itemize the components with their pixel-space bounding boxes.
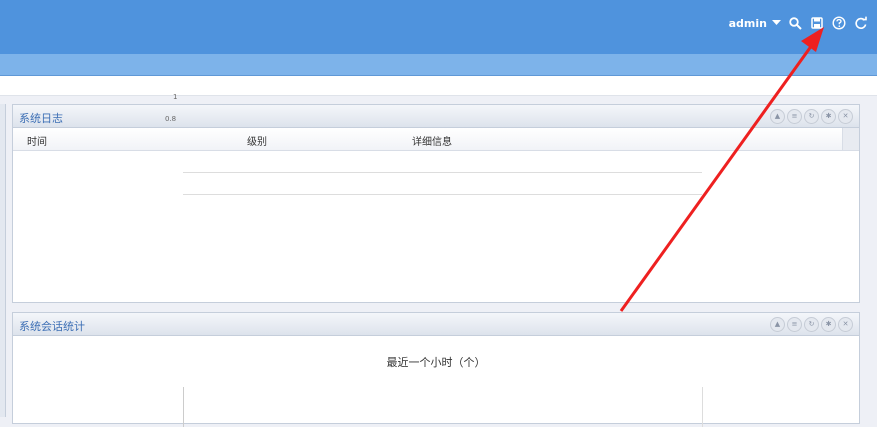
log-grid-header: 时间 级别 详细信息	[13, 128, 859, 151]
refresh-icon[interactable]: ↻	[804, 317, 819, 332]
user-toolbar: admin	[729, 13, 869, 33]
session-stats-panel: 系统会话统计 ▲ ≡ ↻ ✱ ✕ 最近一个小时（个） 1 0.8	[12, 93, 860, 427]
chevron-down-icon[interactable]	[771, 15, 781, 31]
left-panel-edge	[0, 104, 6, 417]
panel-title: 系统日志	[19, 112, 63, 125]
panel-header: 系统日志 ▲ ≡ ↻ ✱ ✕	[13, 105, 859, 128]
refresh-icon[interactable]: ↻	[804, 109, 819, 124]
log-grid-body	[13, 151, 859, 301]
y-gridline	[183, 172, 702, 173]
tab-strip	[0, 76, 877, 96]
panel-header: 系统会话统计 ▲ ≡ ↻ ✱ ✕	[13, 313, 859, 336]
plot-right-border	[702, 387, 703, 427]
navigation-bar	[0, 54, 877, 76]
y-axis-line	[183, 387, 184, 427]
search-icon[interactable]	[787, 15, 803, 31]
close-icon[interactable]: ✕	[838, 317, 853, 332]
username-label[interactable]: admin	[729, 17, 767, 30]
close-icon[interactable]: ✕	[838, 109, 853, 124]
chart-title: 最近一个小时（个）	[386, 356, 486, 369]
grid-header-scroll-cap	[842, 128, 859, 150]
chart-area: 最近一个小时（个） 1 0.8	[13, 93, 859, 427]
plot-area	[183, 387, 702, 427]
y-gridline	[183, 194, 702, 195]
top-header-bar: admin	[0, 0, 877, 54]
logout-icon[interactable]	[853, 15, 869, 31]
panel-tools: ▲ ≡ ↻ ✱ ✕	[770, 317, 853, 332]
save-icon[interactable]	[809, 15, 825, 31]
list-icon[interactable]: ≡	[787, 317, 802, 332]
collapse-icon[interactable]: ▲	[770, 109, 785, 124]
settings-icon[interactable]: ✱	[821, 109, 836, 124]
y-tick-label: 0.8	[165, 115, 177, 123]
column-header-detail[interactable]: 详细信息	[412, 133, 452, 148]
column-header-level[interactable]: 级别	[247, 133, 267, 148]
y-tick-label: 1	[173, 93, 178, 101]
collapse-icon[interactable]: ▲	[770, 317, 785, 332]
help-icon[interactable]	[831, 15, 847, 31]
system-log-panel: 系统日志 ▲ ≡ ↻ ✱ ✕ 时间 级别 详细信息	[12, 104, 860, 303]
panel-tools: ▲ ≡ ↻ ✱ ✕	[770, 109, 853, 124]
column-header-time[interactable]: 时间	[27, 133, 47, 148]
list-icon[interactable]: ≡	[787, 109, 802, 124]
settings-icon[interactable]: ✱	[821, 317, 836, 332]
panel-title: 系统会话统计	[19, 320, 85, 333]
